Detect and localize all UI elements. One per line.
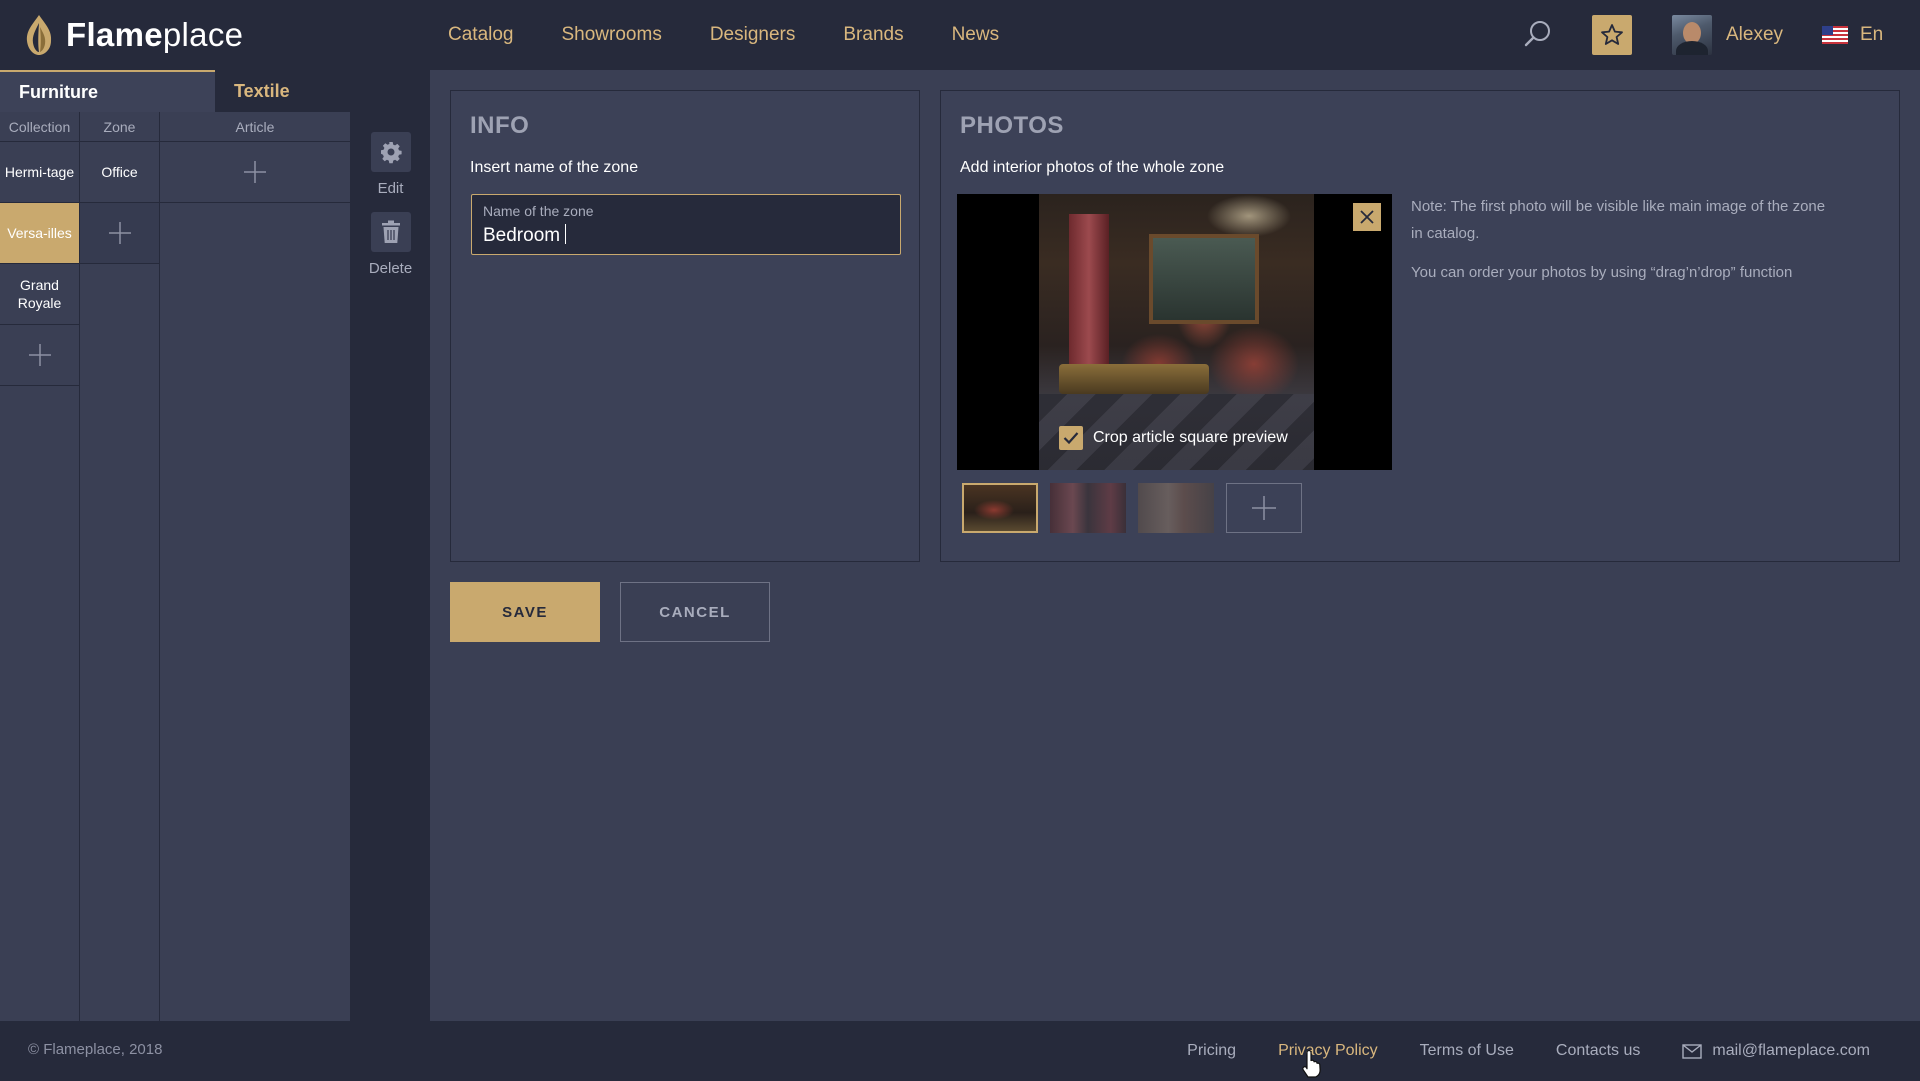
zone-header: Zone: [80, 112, 159, 142]
favorites-button[interactable]: [1592, 15, 1632, 55]
add-zone-button[interactable]: [80, 203, 159, 264]
nav-showrooms[interactable]: Showrooms: [562, 24, 662, 46]
photo-thumbnails: [962, 483, 1302, 533]
footer-email: mail@flameplace.com: [1712, 1042, 1870, 1059]
main-photo-preview[interactable]: Crop article square preview: [957, 194, 1392, 470]
delete-button[interactable]: Delete: [351, 212, 430, 277]
zone-name-input[interactable]: Bedroom: [483, 224, 567, 247]
left-panel: Furniture Textile Collection Hermi-tage …: [0, 70, 430, 1021]
footer: © Flameplace, 2018 Pricing Privacy Polic…: [0, 1021, 1920, 1081]
save-button[interactable]: SAVE: [450, 582, 600, 642]
photos-note-order: You can order your photos by using “drag…: [1411, 264, 1793, 281]
hand-cursor-icon: [1302, 1050, 1321, 1078]
photo-curtain: [1069, 214, 1109, 364]
avatar: [1672, 15, 1712, 55]
search-button[interactable]: [1522, 18, 1554, 50]
crop-label: Crop article square preview: [1093, 429, 1288, 446]
brand-logo[interactable]: Flameplace: [22, 10, 243, 60]
search-icon: [1524, 21, 1550, 47]
collection-item-grand-royale[interactable]: Grand Royale: [0, 264, 79, 325]
user-menu[interactable]: Alexey: [1672, 15, 1783, 55]
photo-cabinet: [1149, 234, 1259, 324]
add-collection-button[interactable]: [0, 325, 79, 386]
star-icon: [1601, 24, 1623, 45]
nav-brands[interactable]: Brands: [843, 24, 903, 46]
delete-icon-box: [370, 212, 411, 252]
gear-icon: [380, 142, 402, 164]
language-selector[interactable]: En: [1822, 20, 1883, 50]
nav-catalog[interactable]: Catalog: [448, 24, 514, 46]
collection-item-versailles[interactable]: Versa-illes: [0, 203, 79, 264]
category-tabs: Furniture Textile: [0, 70, 430, 112]
photo-thumbnail[interactable]: [962, 483, 1038, 533]
zone-name-label: Name of the zone: [483, 203, 594, 219]
tab-furniture[interactable]: Furniture: [0, 70, 215, 112]
article-header: Article: [160, 112, 350, 142]
brand-name: Flameplace: [66, 16, 244, 53]
nav-designers[interactable]: Designers: [710, 24, 796, 46]
article-column: Article: [160, 112, 351, 1021]
add-photo-button[interactable]: [1226, 483, 1302, 533]
photos-subtitle: Add interior photos of the whole zone: [960, 159, 1225, 176]
zone-name-field[interactable]: Name of the zone Bedroom: [471, 194, 901, 255]
photo-thumbnail[interactable]: [1138, 483, 1214, 533]
trash-icon: [381, 220, 400, 243]
photos-title: PHOTOS: [960, 112, 1064, 139]
footer-links: Pricing Privacy Policy Terms of Use Cont…: [1145, 1021, 1870, 1081]
top-header: Flameplace Catalog Showrooms Designers B…: [0, 0, 1920, 70]
info-card: INFO Insert name of the zone Name of the…: [450, 90, 920, 562]
edit-button[interactable]: Edit: [351, 132, 430, 197]
us-flag-icon: [1822, 26, 1848, 44]
delete-label: Delete: [368, 260, 413, 277]
footer-link-contacts[interactable]: Contacts us: [1556, 1042, 1640, 1060]
footer-link-pricing[interactable]: Pricing: [1187, 1042, 1236, 1060]
plus-icon: [108, 222, 131, 244]
language-label: En: [1860, 24, 1884, 45]
flame-logo-icon: [26, 15, 52, 55]
copyright: © Flameplace, 2018: [28, 1041, 163, 1058]
collection-item-hermitage[interactable]: Hermi-tage: [0, 142, 79, 203]
plus-icon: [1252, 496, 1276, 520]
info-subtitle: Insert name of the zone: [470, 159, 639, 176]
plus-icon: [244, 161, 266, 183]
mail-icon: [1682, 1043, 1703, 1059]
photos-note-main-image: Note: The first photo will be visible li…: [1411, 198, 1826, 242]
photo-thumbnail[interactable]: [1050, 483, 1126, 533]
crop-checkbox[interactable]: [1059, 426, 1083, 450]
crop-preview-option[interactable]: Crop article square preview: [1059, 426, 1288, 450]
photo-table: [1059, 364, 1209, 394]
info-title: INFO: [470, 112, 530, 139]
add-article-button[interactable]: [160, 142, 350, 203]
checkmark-icon: [1063, 432, 1079, 445]
edit-label: Edit: [377, 180, 404, 197]
main-nav: Catalog Showrooms Designers Brands News: [448, 0, 1047, 70]
user-name: Alexey: [1726, 24, 1784, 45]
zone-item-office[interactable]: Office: [80, 142, 159, 203]
collection-header: Collection: [0, 112, 79, 142]
zone-column: Zone Office: [80, 112, 160, 1021]
footer-email-link[interactable]: mail@flameplace.com: [1682, 1042, 1870, 1060]
nav-news[interactable]: News: [952, 24, 1000, 46]
tab-textile[interactable]: Textile: [215, 70, 430, 112]
edit-icon-box: [370, 132, 411, 172]
photos-card: PHOTOS Add interior photos of the whole …: [940, 90, 1900, 562]
remove-photo-button[interactable]: [1353, 203, 1381, 231]
plus-icon: [28, 344, 51, 366]
footer-link-privacy-policy[interactable]: Privacy Policy: [1278, 1042, 1378, 1060]
collection-column: Collection Hermi-tage Versa-illes Grand …: [0, 112, 80, 1021]
tools-panel: Edit Delete: [351, 112, 430, 1021]
footer-link-terms[interactable]: Terms of Use: [1420, 1042, 1514, 1060]
close-icon: [1360, 210, 1374, 224]
cancel-button[interactable]: CANCEL: [620, 582, 770, 642]
